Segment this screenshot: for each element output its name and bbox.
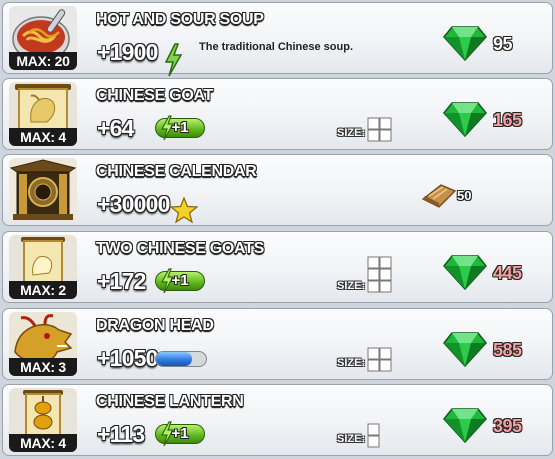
item-thumbnail: MAX: 4: [9, 388, 77, 452]
shop-item-row[interactable]: CHINESE CALENDAR +30000 50: [2, 154, 553, 226]
size-label: SIZE:: [337, 280, 366, 292]
item-stat: +1900: [97, 39, 158, 65]
item-name: CHINESE CALENDAR: [96, 163, 257, 180]
emerald-gem-icon: [443, 408, 487, 443]
max-quantity-label: MAX: 4: [9, 434, 77, 452]
item-stat: +64: [97, 115, 134, 141]
size-grid-icon: [367, 423, 380, 448]
item-price: 95: [493, 34, 513, 54]
item-name: CHINESE LANTERN: [96, 393, 244, 410]
size-grid-icon: [367, 117, 392, 142]
item-name: HOT AND SOUR SOUP: [96, 11, 264, 28]
blue-progress-pill-fill: [156, 352, 192, 366]
item-price: 50: [457, 188, 472, 203]
item-name: DRAGON HEAD: [96, 317, 214, 334]
shop-item-row[interactable]: MAX: 3 DRAGON HEAD +1050 SIZE: 585: [2, 308, 553, 380]
item-thumbnail: MAX: 2: [9, 235, 77, 299]
bonus-badge-label: +1: [171, 425, 189, 442]
item-name: CHINESE GOAT: [96, 87, 214, 104]
bonus-badge-label: +1: [171, 119, 189, 136]
emerald-gem-icon: [443, 332, 487, 367]
bonus-badge: +1: [155, 421, 205, 447]
bonus-badge: +1: [155, 268, 205, 294]
item-price: 585: [493, 340, 522, 360]
item-thumbnail: MAX: 4: [9, 82, 77, 146]
item-price: 395: [493, 416, 522, 436]
max-quantity-label: MAX: 3: [9, 358, 77, 376]
shop-item-row[interactable]: MAX: 4 CHINESE LANTERN +113 +1 SIZE: 395: [2, 384, 553, 456]
shop-item-row[interactable]: MAX: 4 CHINESE GOAT +64 +1 SIZE: 165: [2, 78, 553, 150]
shop-item-row[interactable]: MAX: 20 HOT AND SOUR SOUP +1900 The trad…: [2, 2, 553, 77]
max-quantity-label: MAX: 20: [9, 52, 77, 70]
item-stat: +172: [97, 268, 146, 294]
item-stat: +1050: [97, 345, 158, 371]
max-quantity-label: MAX: 4: [9, 128, 77, 146]
emerald-gem-icon: [443, 255, 487, 290]
star-icon: [170, 197, 198, 223]
item-price: 445: [493, 263, 522, 283]
size-label: SIZE:: [337, 357, 366, 369]
item-thumbnail: MAX: 20: [9, 6, 77, 70]
size-grid-icon: [367, 347, 392, 372]
bonus-badge-label: +1: [171, 272, 189, 289]
item-stat: +30000: [97, 191, 170, 217]
bonus-badge: +1: [155, 115, 205, 141]
item-price: 165: [493, 110, 522, 130]
item-description: The traditional Chinese soup.: [199, 41, 354, 53]
energy-bolt-icon: [164, 43, 183, 77]
shop-item-list: MAX: 20 HOT AND SOUR SOUP +1900 The trad…: [0, 0, 555, 459]
emerald-gem-icon: [443, 102, 487, 137]
item-name: TWO CHINESE GOATS: [96, 240, 264, 257]
emerald-gem-icon: [443, 26, 487, 61]
calendar-shrine-icon: [9, 158, 77, 222]
size-label: SIZE:: [337, 433, 366, 445]
size-grid-icon: [367, 256, 392, 293]
item-thumbnail: MAX: 3: [9, 312, 77, 376]
max-quantity-label: MAX: 2: [9, 281, 77, 299]
blue-progress-pill: [155, 351, 207, 367]
bread-icon: [421, 184, 457, 208]
shop-item-row[interactable]: MAX: 2 TWO CHINESE GOATS +172 +1 SIZE: 4…: [2, 231, 553, 303]
size-label: SIZE:: [337, 127, 366, 139]
item-stat: +113: [97, 421, 145, 447]
item-thumbnail: [9, 158, 77, 222]
